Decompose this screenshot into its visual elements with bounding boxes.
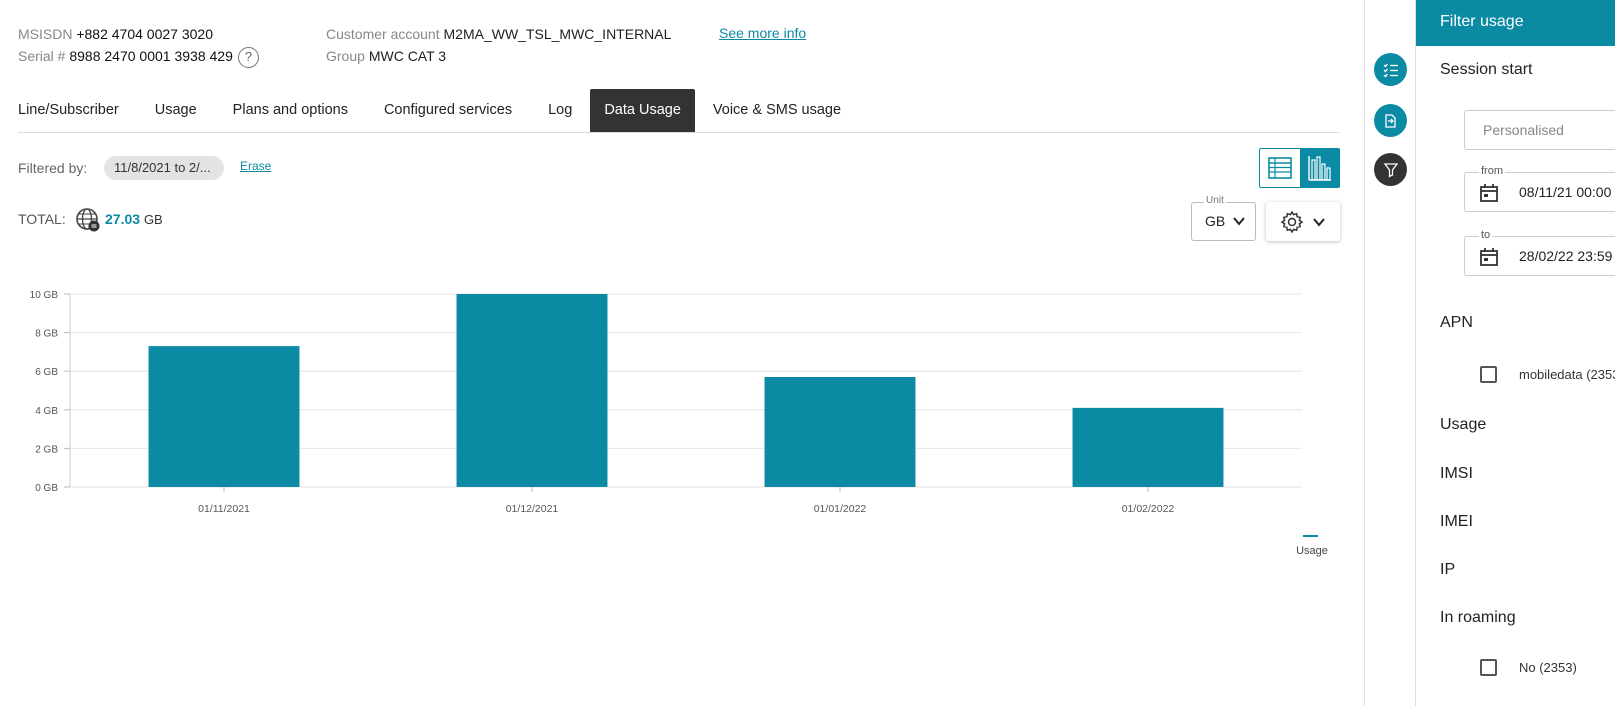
x-tick-label: 01/01/2022	[814, 503, 867, 515]
roaming-option-no[interactable]: No (2353)	[1480, 659, 1577, 676]
tab-data-usage[interactable]: Data Usage	[590, 89, 695, 132]
y-tick-label: 10 GB	[30, 290, 59, 301]
erase-link[interactable]: Erase	[240, 159, 271, 173]
to-date-value: 28/02/22 23:59	[1519, 248, 1613, 264]
to-date-field[interactable]: to 28/02/22 23:59	[1464, 229, 1615, 276]
to-legend: to	[1479, 229, 1493, 241]
msisdn-label: MSISDN	[18, 26, 73, 42]
bar-chart-icon	[1308, 156, 1332, 181]
chevron-down-icon	[1233, 217, 1245, 226]
filtered-by-label: Filtered by:	[18, 160, 88, 176]
tab-log[interactable]: Log	[530, 89, 590, 132]
roaming-option-label: No (2353)	[1519, 660, 1577, 675]
bar-01-01-2022	[764, 376, 916, 487]
filter-chip[interactable]: 11/8/2021 to 2/...	[104, 156, 224, 180]
calendar-icon	[1480, 184, 1498, 202]
filter-panel-title: Filter usage	[1416, 0, 1615, 46]
total-unit: GB	[143, 212, 163, 227]
calendar-icon	[1480, 248, 1498, 266]
apn-option-mobiledata[interactable]: mobiledata (2353)	[1480, 366, 1615, 383]
total-amount: 27.03	[105, 211, 141, 227]
filter-icon	[1383, 162, 1398, 178]
group-value: MWC CAT 3	[368, 48, 447, 64]
table-view-button[interactable]	[1260, 149, 1300, 187]
help-icon[interactable]: ?	[237, 46, 259, 68]
y-tick-label: 6 GB	[35, 367, 58, 378]
imsi-heading[interactable]: IMSI	[1440, 465, 1473, 483]
bar-01-02-2022	[1072, 407, 1224, 487]
tab-usage[interactable]: Usage	[137, 89, 215, 132]
bar-01-11-2021	[148, 346, 300, 487]
x-tick-label: 01/11/2021	[198, 503, 250, 515]
checkbox[interactable]	[1480, 659, 1497, 676]
tab-configured-services[interactable]: Configured services	[366, 89, 530, 132]
chart-settings-button[interactable]	[1266, 202, 1340, 241]
from-legend: from	[1479, 165, 1505, 177]
legend-label: Usage	[1296, 545, 1328, 557]
y-tick-label: 4 GB	[35, 406, 58, 417]
tab-voice-sms-usage[interactable]: Voice & SMS usage	[695, 89, 859, 132]
gear-icon	[1280, 210, 1304, 233]
account-info: Customer account M2MA_WW_TSL_MWC_INTERNA…	[326, 23, 671, 67]
total-value: 27.03 GB	[105, 208, 163, 231]
x-tick-label: 01/12/2021	[506, 503, 559, 515]
line-info: MSISDN +882 4704 0027 3020 Serial # 8988…	[18, 23, 259, 68]
apn-heading[interactable]: APN	[1440, 314, 1473, 332]
ip-heading[interactable]: IP	[1440, 561, 1455, 579]
tab-plans-and-options[interactable]: Plans and options	[215, 89, 366, 132]
chevron-down-icon	[1313, 217, 1325, 227]
msisdn-value: +882 4704 0027 3020	[76, 26, 213, 42]
y-tick-label: 2 GB	[35, 444, 58, 455]
customer-account-value: M2MA_WW_TSL_MWC_INTERNAL	[443, 26, 672, 42]
x-tick-label: 01/02/2022	[1122, 503, 1175, 515]
imei-heading[interactable]: IMEI	[1440, 513, 1473, 531]
view-toggle	[1259, 148, 1340, 188]
in-roaming-heading[interactable]: In roaming	[1440, 609, 1516, 627]
group-label: Group	[326, 48, 365, 64]
globe-data-icon	[76, 208, 100, 232]
y-tick-label: 0 GB	[35, 483, 58, 494]
unit-legend: Unit	[1204, 195, 1226, 206]
chart-view-button[interactable]	[1299, 149, 1339, 187]
right-rail	[1364, 0, 1416, 706]
y-tick-label: 8 GB	[35, 329, 58, 340]
see-more-info-link[interactable]: See more info	[719, 23, 806, 43]
session-preset-select[interactable]: Personalised	[1464, 110, 1615, 150]
data-usage-chart: 0 GB 2 GB 4 GB 6 GB 8 GB 10 GB 01/11/2021 01/12…	[30, 290, 1328, 557]
session-start-heading[interactable]: Session start	[1440, 61, 1532, 79]
serial-value: 8988 2470 0001 3938 429	[69, 48, 233, 64]
customer-account-label: Customer account	[326, 26, 440, 42]
serial-label: Serial #	[18, 48, 66, 64]
rail-list-button[interactable]	[1374, 53, 1407, 86]
rail-filter-button[interactable]	[1374, 153, 1407, 186]
total-label: TOTAL:	[18, 211, 66, 227]
bar-01-12-2021	[456, 294, 608, 487]
apn-option-label: mobiledata (2353)	[1519, 367, 1615, 382]
table-icon	[1267, 157, 1292, 179]
unit-value: GB	[1205, 213, 1226, 229]
filter-panel: Filter usage Session start Personalised …	[1416, 0, 1615, 706]
from-date-value: 08/11/21 00:00	[1519, 184, 1612, 200]
usage-heading[interactable]: Usage	[1440, 416, 1486, 434]
checklist-icon	[1383, 63, 1398, 77]
rail-sim-button[interactable]	[1374, 104, 1407, 137]
sim-swap-icon	[1384, 113, 1396, 128]
personalised-placeholder: Personalised	[1483, 122, 1564, 138]
tab-line-subscriber[interactable]: Line/Subscriber	[18, 89, 137, 132]
unit-select[interactable]: Unit GB	[1191, 195, 1256, 241]
checkbox[interactable]	[1480, 366, 1497, 383]
from-date-field[interactable]: from 08/11/21 00:00	[1464, 165, 1615, 212]
tab-bar: Line/Subscriber Usage Plans and options …	[18, 89, 1340, 133]
